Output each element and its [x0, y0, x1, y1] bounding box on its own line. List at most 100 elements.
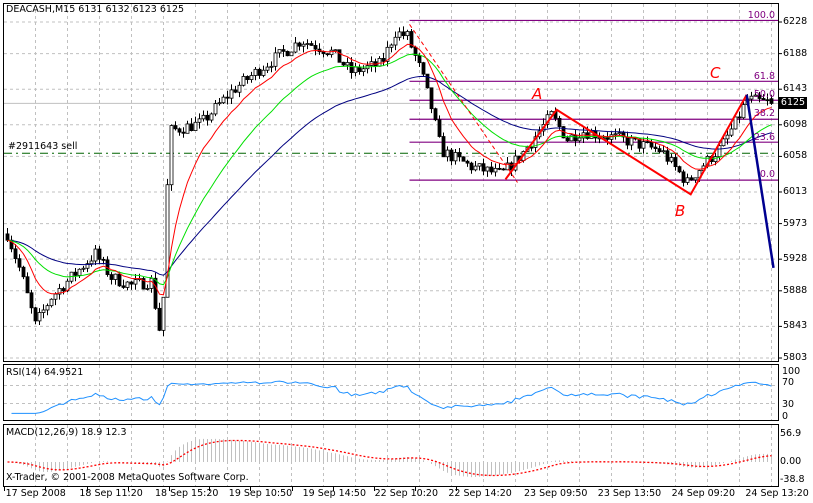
candle-body [497, 167, 502, 170]
candle-body [173, 125, 178, 130]
chart-title: DEACASH,M15 6131 6132 6123 6125 [6, 4, 185, 15]
time-tick-label: 22 Sep 14:20 [448, 488, 512, 499]
candle-body [557, 117, 562, 127]
candle-body [181, 131, 186, 134]
candle-body [285, 50, 290, 57]
candle-body [121, 285, 126, 288]
chart-window[interactable]: DEACASH,M15 6131 6132 6123 6125 #2911643… [0, 0, 813, 503]
candle-body [469, 162, 474, 171]
price-tick-label: 5928 [783, 253, 808, 265]
candle-body [637, 138, 642, 149]
candle-body [89, 260, 94, 265]
candle-body [489, 166, 494, 173]
candle-body [293, 42, 298, 53]
candle-body [501, 168, 506, 171]
macd-signal-line [7, 439, 772, 477]
candle-body [741, 104, 746, 119]
candle-body [665, 150, 670, 162]
price-tick-label: 6143 [783, 83, 808, 95]
candle-body [361, 68, 366, 73]
candle-body [353, 66, 358, 74]
candle-body [205, 114, 210, 121]
candle-body [333, 49, 338, 52]
candle-body [233, 89, 238, 93]
candle-body [289, 51, 294, 57]
fib-label-100: 100.0 [747, 10, 775, 21]
candle-body [149, 277, 154, 289]
pattern-label-c: C [710, 64, 721, 82]
candle-body [325, 53, 330, 56]
time-tick-label: 18 Sep 11:20 [79, 488, 143, 499]
price-tick-label: 6013 [783, 185, 808, 197]
fib-label-0: 0.0 [759, 169, 775, 180]
candle-body [197, 118, 202, 123]
candle-body [465, 160, 470, 164]
candle-body [349, 62, 354, 74]
candle-body [653, 146, 658, 150]
candle-body [5, 233, 10, 241]
candle-body [737, 116, 742, 119]
candle-body [281, 49, 286, 52]
candle-body [269, 65, 274, 68]
price-tick-label: 5973 [783, 217, 808, 229]
candle-body [313, 45, 318, 50]
candle-body [301, 43, 306, 47]
candle-body [457, 152, 462, 158]
fib-label-23-6: 23.6 [753, 132, 775, 143]
candle-body [125, 281, 130, 288]
pattern-label-a: A [532, 85, 543, 103]
rsi-tick: 0 [782, 411, 789, 422]
candle-body [193, 121, 198, 131]
candle-body [473, 165, 478, 171]
time-tick-label: 22 Sep 10:20 [374, 488, 439, 499]
candle-body [685, 177, 690, 183]
candle-body [749, 95, 754, 100]
candle-body [17, 258, 22, 268]
candle-body [421, 62, 426, 75]
candle-body [485, 166, 490, 172]
candle-body [573, 134, 578, 142]
time-tick-label: 24 Sep 13:20 [745, 488, 809, 499]
candle-body [201, 114, 206, 120]
candle-body [393, 36, 398, 46]
candle-body [401, 31, 406, 37]
candle-body [493, 167, 498, 173]
candle-body [625, 136, 630, 146]
fib-label-61-8: 61.8 [753, 71, 775, 82]
time-tick-label: 19 Sep 10:50 [228, 488, 293, 499]
candle-body [13, 248, 18, 260]
candle-body [77, 268, 82, 276]
candle-body [461, 156, 466, 162]
candle-body [129, 281, 134, 285]
candle-body [445, 149, 450, 158]
candle-body [117, 273, 122, 287]
candle-body [225, 96, 230, 99]
candle-body [725, 134, 730, 140]
candle-body [341, 61, 346, 66]
candle-body [257, 68, 262, 76]
pattern-label-b: B [675, 202, 686, 220]
candle-body [381, 58, 386, 62]
candle-body [641, 141, 646, 149]
candle-body [113, 273, 118, 280]
candle-body [629, 137, 634, 146]
candle-body [321, 51, 326, 55]
candle-body [345, 62, 350, 66]
moving-average-line [7, 75, 772, 276]
current-price-tag: 6125 [779, 97, 807, 109]
rsi-panel-frame [3, 364, 779, 421]
candle-body [157, 307, 162, 331]
price-tick-label: 6098 [783, 118, 808, 130]
candle-body [305, 43, 310, 45]
candle-body [309, 43, 314, 46]
candle-body [617, 132, 622, 135]
candle-body [161, 296, 166, 331]
candle-body [337, 49, 342, 63]
candle-body [677, 166, 682, 173]
candle-body [693, 177, 698, 181]
candle-body [245, 76, 250, 80]
candle-body [713, 156, 718, 162]
candle-body [229, 89, 234, 99]
macd-title: MACD(12,26,9) 18.9 12.3 [6, 427, 127, 438]
candle-body [169, 125, 174, 186]
